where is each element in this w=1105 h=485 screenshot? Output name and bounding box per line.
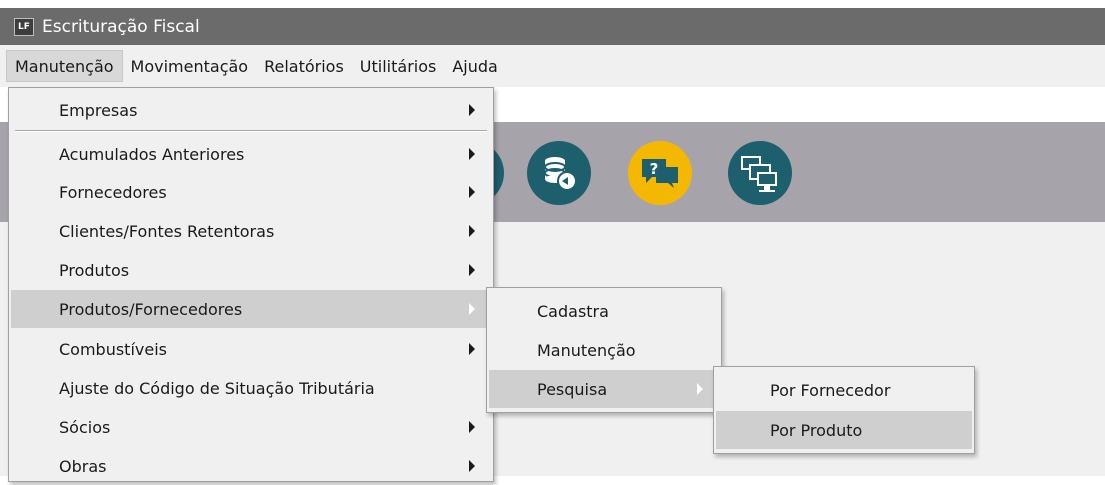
menu-item-fornecedores[interactable]: Fornecedores <box>11 173 491 211</box>
manutencao-dropdown: Empresas Acumulados Anteriores Fornecedo… <box>8 87 494 482</box>
menu-item-label: Manutenção <box>537 340 636 360</box>
menu-item-label: Ajuste do Código de Situação Tributária <box>59 378 375 398</box>
submenu-arrow-icon <box>469 104 475 116</box>
menu-item-label: Cadastra <box>537 301 609 321</box>
menu-item-socios[interactable]: Sócios <box>11 408 491 446</box>
menu-item-label: Obras <box>59 456 107 476</box>
menu-item-label: Sócios <box>59 417 111 437</box>
menu-item-combustiveis[interactable]: Combustíveis <box>11 330 491 368</box>
menu-item-pesquisa[interactable]: Pesquisa <box>489 370 719 408</box>
submenu-arrow-icon <box>469 343 475 355</box>
menu-item-produtos[interactable]: Produtos <box>11 251 491 289</box>
menu-item-label: Acumulados Anteriores <box>59 144 245 164</box>
menu-item-acumulados-anteriores[interactable]: Acumulados Anteriores <box>11 135 491 173</box>
submenu-arrow-icon <box>469 460 475 472</box>
menu-item-label: Combustíveis <box>59 339 167 359</box>
menu-item-manutencao[interactable]: Manutenção <box>489 331 719 369</box>
menu-item-produtos-fornecedores[interactable]: Produtos/Fornecedores <box>11 290 491 328</box>
menu-item-ajuste-cst[interactable]: Ajuste do Código de Situação Tributária <box>11 369 491 407</box>
help-chat-icon[interactable]: ? <box>628 141 692 205</box>
menu-item-por-fornecedor[interactable]: Por Fornecedor <box>716 371 972 409</box>
produtos-fornecedores-submenu: Cadastra Manutenção Pesquisa <box>486 287 722 413</box>
menu-separator <box>15 130 487 132</box>
menu-bar: Manutenção Movimentação Relatórios Utili… <box>0 45 1105 87</box>
window-title: Escrituração Fiscal <box>42 16 200 37</box>
submenu-arrow-icon <box>697 383 703 395</box>
menu-item-label: Por Fornecedor <box>770 380 891 400</box>
submenu-arrow-icon <box>469 186 475 198</box>
title-bar: LF Escrituração Fiscal <box>0 8 1105 45</box>
menu-item-cadastra[interactable]: Cadastra <box>489 292 719 330</box>
menu-item-clientes-fontes-retentoras[interactable]: Clientes/Fontes Retentoras <box>11 212 491 250</box>
menu-ajuda[interactable]: Ajuda <box>444 50 506 82</box>
menu-item-label: Produtos/Fornecedores <box>59 299 243 319</box>
menu-item-label: Pesquisa <box>537 379 608 399</box>
submenu-arrow-icon <box>469 264 475 276</box>
network-monitors-icon[interactable] <box>728 141 792 205</box>
menu-utilitarios[interactable]: Utilitários <box>352 50 445 82</box>
submenu-arrow-icon <box>469 303 475 315</box>
menu-item-label: Por Produto <box>770 420 863 440</box>
submenu-arrow-icon <box>469 225 475 237</box>
menu-item-label: Fornecedores <box>59 182 167 202</box>
help-glyph: ? <box>650 160 659 178</box>
pesquisa-submenu: Por Fornecedor Por Produto <box>713 366 975 454</box>
menu-item-obras[interactable]: Obras <box>11 447 491 485</box>
database-restore-icon[interactable] <box>527 141 591 205</box>
menu-item-por-produto[interactable]: Por Produto <box>716 411 972 449</box>
menu-item-label: Produtos <box>59 260 130 280</box>
submenu-arrow-icon <box>469 421 475 433</box>
menu-relatorios[interactable]: Relatórios <box>256 50 352 82</box>
menu-item-empresas[interactable]: Empresas <box>11 91 491 129</box>
submenu-arrow-icon <box>469 148 475 160</box>
menu-item-label: Empresas <box>59 100 138 120</box>
menu-movimentacao[interactable]: Movimentação <box>123 50 257 82</box>
menu-manutencao[interactable]: Manutenção <box>6 50 123 82</box>
menu-item-label: Clientes/Fontes Retentoras <box>59 221 275 241</box>
app-icon: LF <box>14 17 34 36</box>
